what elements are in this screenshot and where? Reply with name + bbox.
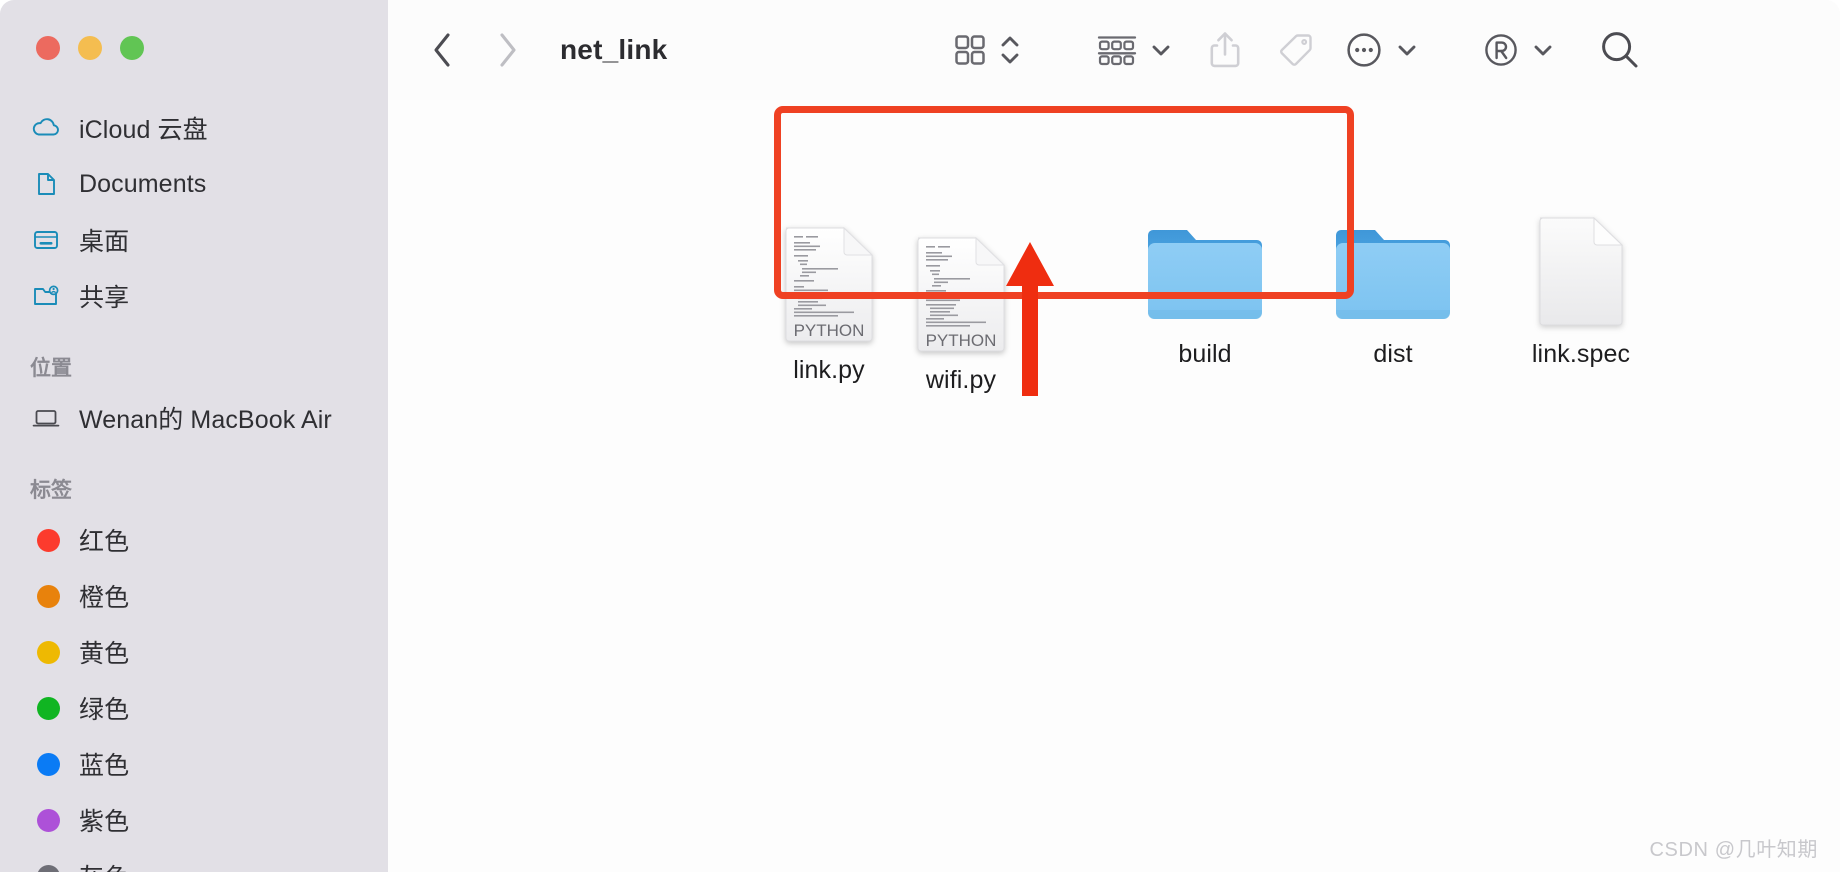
laptop-icon <box>30 402 62 434</box>
file-name-label: build <box>1178 340 1232 368</box>
sidebar-tag-blue[interactable]: 蓝色 <box>0 736 388 792</box>
sidebar-item-macbook-air[interactable]: Wenan的 MacBook Air <box>0 390 388 446</box>
sidebar-tag-label: 红色 <box>79 528 130 556</box>
tag-color-dot-icon <box>30 636 62 668</box>
sidebar-item-icloud[interactable]: iCloud 云盘 <box>0 100 388 156</box>
chevron-down-icon[interactable] <box>1531 38 1555 62</box>
sidebar-tag-label: 灰色 <box>79 858 129 872</box>
chevron-down-icon[interactable] <box>1149 38 1173 62</box>
finder-window: iCloud 云盘 Documents 桌面 共享 位置 Wenan的 MacB… <box>0 0 1840 872</box>
sidebar-tag-purple[interactable]: 紫色 <box>0 792 388 848</box>
sidebar-tag-yellow[interactable]: 黄色 <box>0 624 388 680</box>
view-stepper-icon[interactable] <box>999 30 1021 70</box>
file-item-link-spec[interactable]: link.spec <box>1486 196 1676 369</box>
file-icon: PYTHON <box>866 222 1056 352</box>
sidebar-section-tags: 标签 <box>30 479 72 502</box>
sidebar-item-label: iCloud 云盘 <box>79 116 208 144</box>
blank-file-icon <box>1539 216 1624 326</box>
sidebar-tag-orange[interactable]: 橙色 <box>0 568 388 624</box>
sidebar-tag-label: 黄色 <box>79 640 130 668</box>
traffic-light-controls <box>36 36 144 60</box>
sidebar-item-documents[interactable]: Documents <box>0 156 388 212</box>
python-file-icon: PYTHON <box>914 234 1008 352</box>
tag-color-dot-icon <box>30 804 62 836</box>
file-name-label: link.spec <box>1531 340 1631 368</box>
sidebar-tag-label: 蓝色 <box>79 752 130 780</box>
sidebar-item-desktop[interactable]: 桌面 <box>0 212 388 268</box>
group-by-icon[interactable] <box>1097 33 1137 67</box>
watermark-label: CSDN @几叶知期 <box>1649 839 1818 861</box>
file-icon <box>1486 196 1676 326</box>
share-icon[interactable] <box>1207 30 1243 70</box>
svg-text:PYTHON: PYTHON <box>794 321 865 340</box>
file-grid[interactable]: PYTHON link.py PYTHON wifi.py build dist… <box>388 100 1840 872</box>
tag-color-dot-icon <box>30 860 62 872</box>
sidebar-scroll-area[interactable]: iCloud 云盘 Documents 桌面 共享 位置 Wenan的 MacB… <box>0 0 388 872</box>
sidebar-tag-label: 绿色 <box>79 696 130 724</box>
python-file-icon: PYTHON <box>782 224 876 342</box>
close-button[interactable] <box>36 36 60 60</box>
tag-color-dot-icon <box>30 748 62 780</box>
svg-text:PYTHON: PYTHON <box>926 331 997 350</box>
quick-actions-control[interactable] <box>1483 32 1555 68</box>
sidebar-tag-gray[interactable]: 灰色 <box>0 848 388 872</box>
sidebar-tag-red[interactable]: 红色 <box>0 512 388 568</box>
cloud-icon <box>30 112 62 144</box>
group-by-control[interactable] <box>1097 33 1173 67</box>
file-item-build[interactable]: build <box>1110 196 1300 369</box>
document-icon <box>30 168 62 200</box>
main-panel: net_link PYTHON link.py PYTHON wifi.py b… <box>388 0 1840 872</box>
navigation-buttons <box>426 28 524 72</box>
toolbar: net_link <box>388 0 1840 100</box>
file-item-wifi-py[interactable]: PYTHON wifi.py <box>866 222 1056 395</box>
ellipsis-circle-icon[interactable] <box>1345 31 1383 69</box>
tag-color-dot-icon <box>30 692 62 724</box>
search-icon[interactable] <box>1599 29 1641 71</box>
file-item-dist[interactable]: dist <box>1298 196 1488 369</box>
sidebar-item-label: 桌面 <box>79 228 130 256</box>
tag-icon[interactable] <box>1277 31 1315 69</box>
maximize-button[interactable] <box>120 36 144 60</box>
tag-color-dot-icon <box>30 580 62 612</box>
grid-view-icon[interactable] <box>953 33 987 67</box>
sidebar-item-shared[interactable]: 共享 <box>0 268 388 324</box>
file-icon <box>1298 196 1488 326</box>
sidebar-tag-green[interactable]: 绿色 <box>0 680 388 736</box>
tag-color-dot-icon <box>30 524 62 556</box>
folder-icon <box>1336 230 1450 319</box>
circled-r-icon[interactable] <box>1483 32 1519 68</box>
file-icon <box>1110 196 1300 326</box>
folder-icon <box>1148 230 1262 319</box>
sidebar-tag-label: 紫色 <box>79 808 130 836</box>
back-button[interactable] <box>426 28 460 72</box>
more-actions-control[interactable] <box>1345 31 1419 69</box>
page-title: net_link <box>560 34 668 65</box>
sidebar-tag-label: 橙色 <box>79 584 130 612</box>
shared-folder-icon <box>30 280 62 312</box>
minimize-button[interactable] <box>78 36 102 60</box>
sidebar-section-locations: 位置 <box>30 357 72 380</box>
icon-view-control[interactable] <box>953 30 1021 70</box>
chevron-down-icon[interactable] <box>1395 38 1419 62</box>
sidebar-item-label: Wenan的 MacBook Air <box>79 406 332 434</box>
desktop-icon <box>30 224 62 256</box>
forward-button[interactable] <box>490 28 524 72</box>
sidebar-item-label: Documents <box>79 169 207 198</box>
file-name-label: dist <box>1373 340 1413 368</box>
file-name-label: wifi.py <box>925 366 997 394</box>
sidebar: iCloud 云盘 Documents 桌面 共享 位置 Wenan的 MacB… <box>0 0 388 872</box>
sidebar-item-label: 共享 <box>79 284 130 312</box>
